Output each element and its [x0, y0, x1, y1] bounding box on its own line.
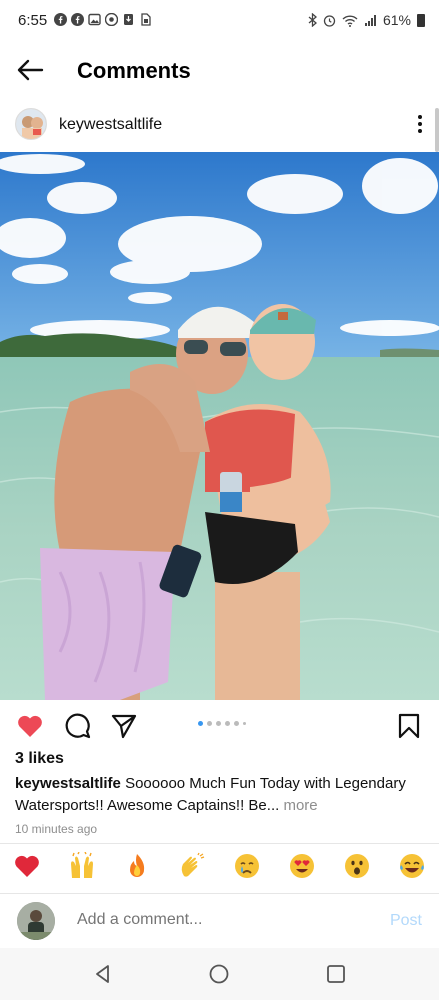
carousel-indicator — [198, 721, 246, 726]
emoji-tears-of-joy[interactable] — [397, 852, 427, 882]
carousel-dot-active — [198, 721, 203, 726]
download-icon — [124, 14, 133, 25]
emoji-raising-hands[interactable] — [67, 851, 97, 882]
emoji-heart-eyes[interactable] — [287, 852, 317, 882]
scrollbar[interactable] — [435, 108, 439, 152]
status-bar: 6:55 61% — [0, 0, 439, 40]
post-caption: keywestsaltlife Soooooo Much Fun Today w… — [15, 773, 427, 817]
likes-count[interactable]: 3 likes — [15, 750, 64, 768]
post-author-avatar[interactable] — [15, 108, 47, 140]
chrome-icon — [105, 13, 118, 26]
comment-composer: Post — [0, 897, 439, 947]
battery-icon — [417, 13, 425, 27]
emoji-crying-face[interactable] — [232, 852, 262, 882]
status-right: 61% — [308, 12, 425, 28]
page-title: Comments — [77, 58, 191, 83]
alarm-icon — [323, 14, 336, 27]
back-arrow-icon[interactable] — [16, 58, 44, 82]
save-bookmark-icon[interactable] — [395, 712, 423, 740]
post-photo[interactable] — [0, 152, 439, 700]
nav-back-icon[interactable] — [92, 963, 114, 985]
bluetooth-icon — [308, 13, 317, 27]
system-nav-bar — [0, 948, 439, 1000]
current-user-avatar — [17, 902, 55, 940]
comment-bubble-icon[interactable] — [64, 712, 92, 740]
emoji-red-heart[interactable] — [12, 852, 42, 882]
post-actions — [0, 708, 439, 744]
post-username[interactable]: keywestsaltlife — [59, 116, 162, 134]
nav-home-icon[interactable] — [208, 963, 230, 985]
carousel-dot — [243, 722, 246, 725]
divider — [0, 843, 439, 844]
emoji-clapping-hands[interactable] — [177, 852, 207, 882]
status-time: 6:55 — [18, 12, 48, 29]
carousel-dot — [207, 721, 212, 726]
carousel-dot — [225, 721, 230, 726]
caption-username[interactable]: keywestsaltlife — [15, 775, 121, 792]
notification-icons — [54, 13, 152, 26]
wifi-icon — [342, 14, 358, 27]
facebook-icon — [71, 13, 84, 26]
caption-more-link[interactable]: more — [283, 797, 317, 814]
sim-icon — [141, 13, 151, 26]
carousel-dot — [234, 721, 239, 726]
emoji-surprised-face[interactable] — [342, 852, 372, 882]
battery-percent: 61% — [382, 12, 411, 28]
emoji-fire[interactable] — [122, 852, 152, 882]
gallery-icon — [88, 13, 101, 26]
signal-icon — [364, 14, 376, 26]
post-comment-button[interactable]: Post — [390, 912, 422, 930]
quick-emoji-row — [0, 851, 439, 886]
share-send-icon[interactable] — [110, 712, 138, 740]
facebook-icon — [54, 13, 67, 26]
post-timestamp: 10 minutes ago — [15, 822, 98, 836]
comment-input[interactable] — [77, 911, 357, 929]
beach-couple-photo — [0, 152, 439, 700]
more-options-icon[interactable] — [417, 114, 423, 134]
nav-recents-icon[interactable] — [325, 963, 347, 985]
divider — [0, 893, 439, 894]
like-heart-icon[interactable] — [16, 712, 44, 740]
header: Comments — [0, 48, 439, 94]
post-header: keywestsaltlife — [0, 106, 439, 144]
carousel-dot — [216, 721, 221, 726]
